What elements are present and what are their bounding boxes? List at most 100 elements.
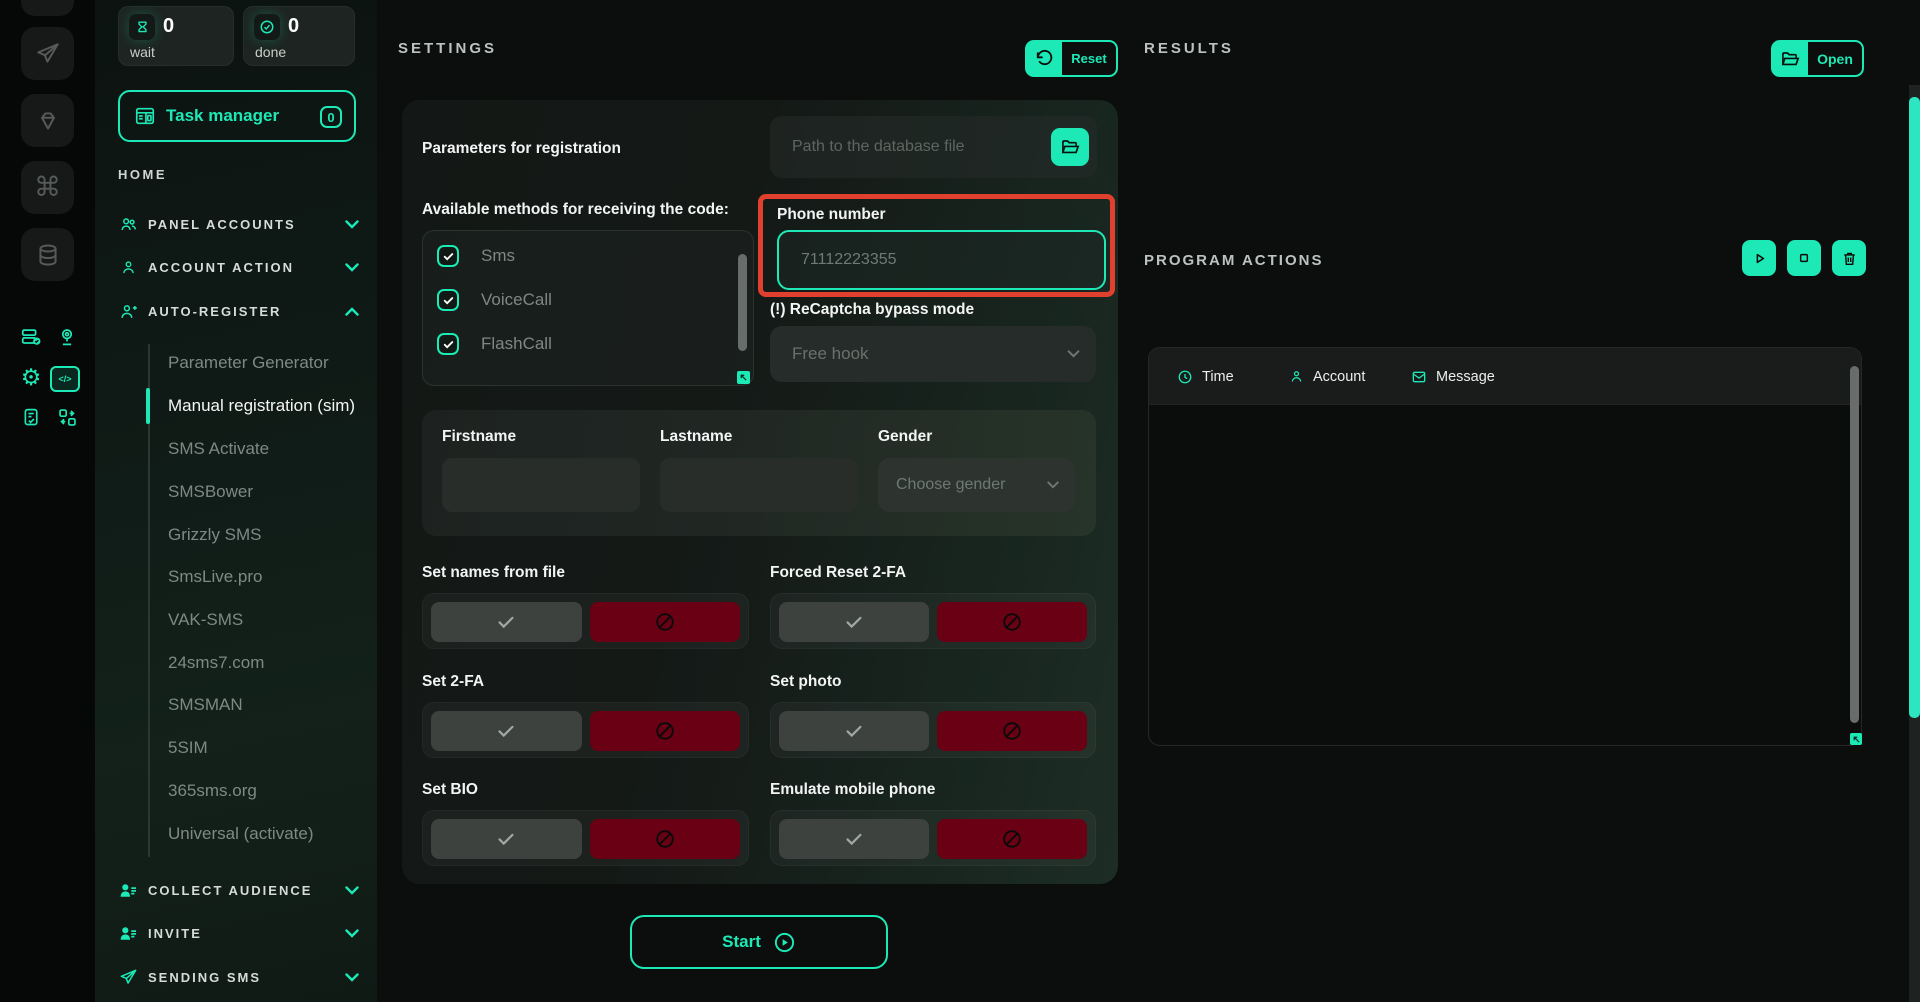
disable-button[interactable]	[590, 819, 741, 859]
app-window: ⌘ ⚙ </> 0 wait 0 done	[0, 0, 1920, 1002]
run-actions-button[interactable]	[1742, 240, 1776, 276]
flashcall-checkbox[interactable]	[437, 333, 459, 355]
done-count: 0	[288, 15, 299, 38]
nav-home[interactable]: HOME	[118, 167, 167, 182]
lastname-input[interactable]	[660, 458, 858, 512]
methods-label: Available methods for receiving the code…	[422, 201, 729, 219]
disable-button[interactable]	[937, 602, 1087, 642]
sidebar-item-smslive-pro[interactable]: SmsLive.pro	[168, 560, 368, 594]
chevron-up-icon	[345, 307, 359, 316]
ban-icon	[654, 611, 676, 633]
recaptcha-select[interactable]: Free hook	[770, 326, 1096, 382]
sidebar-item-collect-audience[interactable]: COLLECT AUDIENCE	[95, 868, 377, 912]
disable-button[interactable]	[937, 819, 1087, 859]
code-window-icon[interactable]: </>	[50, 366, 80, 392]
clock-icon	[1177, 369, 1193, 385]
table-scrollbar[interactable]	[1850, 366, 1859, 723]
stop-actions-button[interactable]	[1787, 240, 1821, 276]
sidebar-item-24sms7[interactable]: 24sms7.com	[168, 646, 368, 680]
toggle-label-set-2fa: Set 2-FA	[422, 673, 484, 691]
server-check-icon[interactable]	[14, 325, 48, 349]
methods-scrollbar[interactable]	[738, 254, 747, 351]
settings-card: Parameters for registration Path to the …	[402, 100, 1118, 884]
reset-button[interactable]: Reset	[1025, 40, 1118, 77]
sidebar-item-universal-activate[interactable]: Universal (activate)	[168, 817, 368, 851]
lastname-label: Lastname	[660, 428, 732, 446]
command-rail-button[interactable]: ⌘	[21, 161, 74, 214]
enable-button[interactable]	[431, 711, 582, 751]
wait-counter: 0 wait	[118, 6, 234, 66]
db-path-placeholder: Path to the database file	[770, 116, 1097, 178]
page-scrollbar-thumb[interactable]	[1909, 97, 1920, 718]
ban-icon	[1001, 611, 1023, 633]
diamond-rail-button[interactable]	[21, 94, 74, 147]
database-rail-button[interactable]	[21, 228, 74, 281]
db-path-input[interactable]: Path to the database file	[770, 116, 1097, 178]
enable-button[interactable]	[431, 602, 582, 642]
sidebar-item-invite[interactable]: INVITE	[95, 911, 377, 955]
sidebar-item-sending-sms[interactable]: SENDING SMS	[95, 955, 377, 999]
method-label: Sms	[481, 246, 515, 266]
gear-icon[interactable]: ⚙	[14, 365, 48, 389]
sidebar-item-smsbower[interactable]: SMSBower	[168, 475, 368, 509]
sidebar-item-manual-registration-sim[interactable]: Manual registration (sim)	[168, 389, 368, 423]
swap-icon[interactable]	[50, 405, 84, 429]
sidebar-item-panel-accounts[interactable]: PANEL ACCOUNTS	[95, 202, 377, 246]
enable-button[interactable]	[779, 602, 929, 642]
disable-button[interactable]	[590, 602, 741, 642]
table-header-time[interactable]: Time	[1177, 348, 1234, 405]
table-header-message[interactable]: Message	[1411, 348, 1495, 405]
task-manager-icon	[134, 105, 156, 127]
sidebar-item-grizzly-sms[interactable]: Grizzly SMS	[168, 518, 368, 552]
toggle-set-names	[422, 593, 749, 649]
voicecall-checkbox[interactable]	[437, 289, 459, 311]
user-list-icon	[118, 924, 138, 943]
sidebar-item-parameter-generator[interactable]: Parameter Generator	[168, 346, 368, 380]
clear-actions-button[interactable]	[1832, 240, 1866, 276]
active-item-indicator	[146, 388, 150, 424]
phone-label: Phone number	[777, 206, 886, 224]
sidebar-item-auto-register[interactable]: AUTO-REGISTER	[95, 289, 377, 333]
sidebar-item-sms-activate[interactable]: SMS Activate	[168, 432, 368, 466]
disable-button[interactable]	[937, 711, 1087, 751]
sidebar-item-smsman[interactable]: SMSMAN	[168, 688, 368, 722]
task-manager-button[interactable]: Task manager 0	[118, 90, 356, 142]
sidebar: 0 wait 0 done Task manager 0 HOME PANEL …	[95, 0, 377, 1002]
sidebar-item-label: SENDING SMS	[148, 970, 261, 985]
diamond-icon	[35, 108, 61, 134]
play-icon	[1751, 250, 1768, 267]
task-manager-label: Task manager	[166, 106, 279, 126]
phone-input[interactable]: 71112223355	[777, 230, 1106, 290]
sms-checkbox[interactable]	[437, 245, 459, 267]
enable-button[interactable]	[779, 711, 929, 751]
enable-button[interactable]	[779, 819, 929, 859]
methods-resize-grip[interactable]	[737, 371, 750, 384]
table-header-account[interactable]: Account	[1289, 348, 1365, 405]
sidebar-item-account-action[interactable]: ACCOUNT ACTION	[95, 245, 377, 289]
rail-top-partial-button[interactable]	[21, 0, 74, 16]
send-rail-button[interactable]	[21, 27, 74, 80]
enable-button[interactable]	[431, 819, 582, 859]
send-icon	[35, 41, 61, 67]
sidebar-item-vak-sms[interactable]: VAK-SMS	[168, 603, 368, 637]
disable-button[interactable]	[590, 711, 741, 751]
open-button[interactable]: Open	[1771, 40, 1864, 77]
doc-check-icon[interactable]	[14, 405, 48, 429]
sidebar-item-365sms[interactable]: 365sms.org	[168, 774, 368, 808]
table-resize-grip[interactable]	[1850, 733, 1862, 745]
firstname-input[interactable]	[442, 458, 640, 512]
table-header-label: Time	[1202, 369, 1234, 385]
open-label: Open	[1808, 40, 1864, 77]
folder-icon	[1060, 137, 1080, 157]
icon-rail: ⌘ ⚙ </>	[0, 0, 95, 1002]
start-button[interactable]: Start	[630, 915, 888, 969]
browse-db-button[interactable]	[1051, 128, 1089, 166]
hourglass-icon	[129, 14, 155, 40]
method-row-sms: Sms	[437, 244, 717, 268]
table-header-label: Message	[1436, 369, 1495, 385]
gender-select[interactable]: Choose gender	[878, 458, 1075, 512]
webcam-icon[interactable]	[50, 325, 84, 349]
settings-title: SETTINGS	[398, 40, 497, 57]
sidebar-item-5sim[interactable]: 5SIM	[168, 731, 368, 765]
database-icon	[35, 242, 61, 268]
